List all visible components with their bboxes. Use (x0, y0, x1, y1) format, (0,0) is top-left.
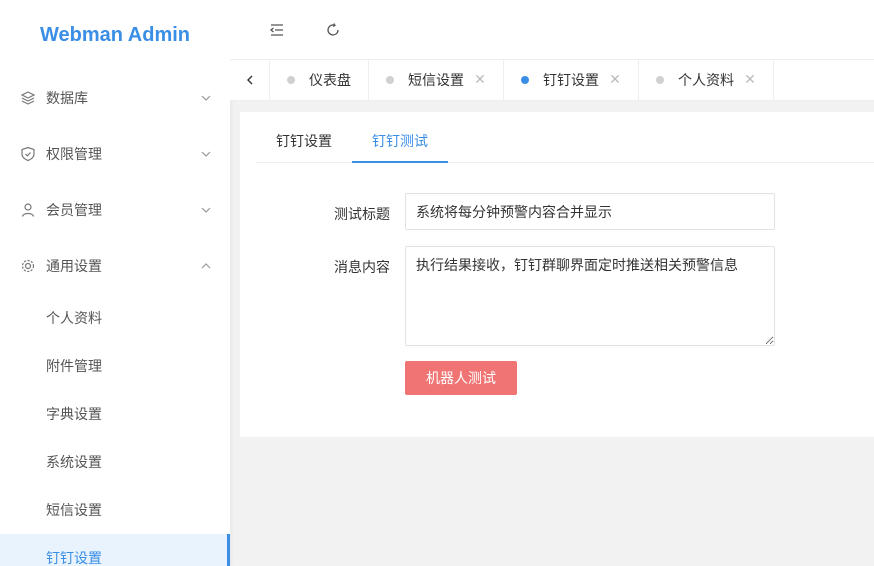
sidebar-item-database[interactable]: 数据库 (0, 70, 230, 126)
sidebar: Webman Admin 数据库 权限管理 会员管理 通用设置 个人资料 附件管… (0, 0, 230, 566)
shield-check-icon (20, 146, 36, 162)
title-field-label: 测试标题 (334, 207, 390, 223)
close-icon[interactable]: ✕ (609, 72, 621, 88)
sidebar-subitem-system[interactable]: 系统设置 (0, 438, 230, 486)
tab-label: 钉钉设置 (543, 73, 599, 89)
layers-icon (20, 90, 36, 106)
title-input[interactable] (405, 193, 775, 230)
close-icon[interactable]: ✕ (744, 72, 756, 88)
tab-label: 仪表盘 (309, 73, 351, 89)
sidebar-item-permissions[interactable]: 权限管理 (0, 126, 230, 182)
tab-label: 个人资料 (678, 73, 734, 89)
subtab-bar: 钉钉设置 钉钉测试 (256, 128, 874, 163)
sidebar-subitem-dingtalk[interactable]: 钉钉设置 (0, 534, 230, 566)
top-header (230, 0, 874, 60)
robot-test-button[interactable]: 机器人测试 (405, 361, 517, 395)
tab-bar: 仪表盘 短信设置 ✕ 钉钉设置 ✕ 个人资料 ✕ (230, 60, 874, 101)
tab-label: 短信设置 (408, 73, 464, 89)
sidebar-item-general-settings[interactable]: 通用设置 (0, 238, 230, 294)
chevron-down-icon (200, 148, 212, 160)
tab-dot (521, 76, 529, 84)
indent-icon[interactable] (266, 19, 288, 41)
sidebar-item-members[interactable]: 会员管理 (0, 182, 230, 238)
chevron-left-icon[interactable] (230, 60, 270, 100)
sidebar-item-label: 数据库 (46, 91, 88, 107)
app-logo: Webman Admin (39, 23, 190, 46)
sidebar-item-label: 通用设置 (46, 259, 102, 275)
tab-sms-settings[interactable]: 短信设置 ✕ (369, 60, 504, 100)
close-icon[interactable]: ✕ (474, 72, 486, 88)
tab-profile[interactable]: 个人资料 ✕ (639, 60, 774, 100)
sidebar-subitem-sms[interactable]: 短信设置 (0, 486, 230, 534)
message-textarea[interactable]: 执行结果接收，钉钉群聊界面定时推送相关预警信息 (405, 246, 775, 346)
sidebar-item-label: 权限管理 (46, 147, 102, 163)
tab-dashboard[interactable]: 仪表盘 (270, 60, 369, 100)
sidebar-subitem-profile[interactable]: 个人资料 (0, 294, 230, 342)
tab-dingtalk-settings[interactable]: 钉钉设置 ✕ (504, 60, 639, 100)
subtab-dingtalk-settings[interactable]: 钉钉设置 (256, 128, 352, 163)
sidebar-subitem-dictionary[interactable]: 字典设置 (0, 390, 230, 438)
refresh-icon[interactable] (322, 19, 344, 41)
tab-dot (656, 76, 664, 84)
chevron-up-icon (200, 260, 212, 272)
tab-dot (386, 76, 394, 84)
sidebar-subitem-attachments[interactable]: 附件管理 (0, 342, 230, 390)
content-card: 钉钉设置 钉钉测试 测试标题 消息内容 执行结果接收，钉钉群聊界面定时推送相关预… (240, 112, 874, 437)
chevron-down-icon (200, 92, 212, 104)
user-icon (20, 202, 36, 218)
subtab-dingtalk-test[interactable]: 钉钉测试 (352, 128, 448, 163)
tab-dot (287, 76, 295, 84)
sidebar-item-label: 会员管理 (46, 203, 102, 219)
chevron-down-icon (200, 204, 212, 216)
message-field-label: 消息内容 (334, 260, 390, 276)
gear-icon (20, 258, 36, 274)
